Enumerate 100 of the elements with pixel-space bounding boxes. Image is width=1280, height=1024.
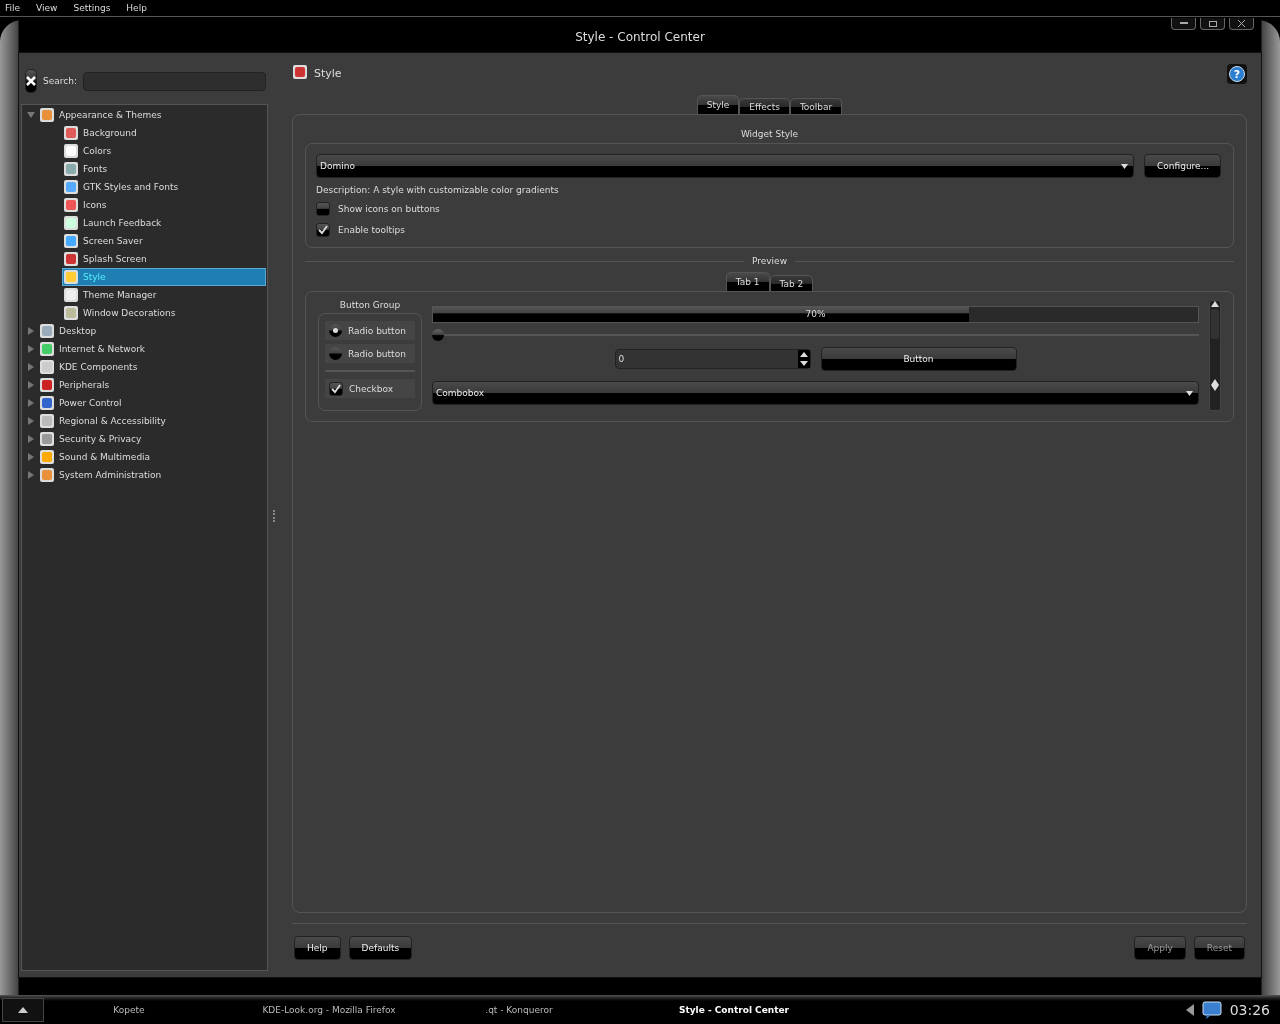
search-field[interactable]	[82, 71, 266, 91]
tree-item[interactable]: System Administration	[26, 466, 267, 484]
module-icon	[39, 449, 55, 465]
menu-item[interactable]: Help	[126, 3, 147, 16]
tab[interactable]: Style	[696, 95, 740, 114]
section-heading: Preview	[752, 256, 788, 266]
arrow-icon[interactable]	[1185, 1003, 1194, 1016]
tree-item[interactable]: Internet & Network	[26, 340, 267, 358]
tree-item[interactable]: Peripherals	[26, 376, 267, 394]
tree-item[interactable]: Fonts	[62, 160, 266, 178]
window-title: Style - Control Center	[575, 30, 705, 44]
module-icon	[63, 269, 79, 285]
module-icon	[39, 431, 55, 447]
menu-item[interactable]: File	[5, 3, 21, 16]
tree-item[interactable]: Icons	[62, 196, 266, 214]
style-icon	[292, 64, 308, 80]
expander-icon[interactable]	[27, 399, 35, 407]
taskbar-task[interactable]: .qt - Konqueror	[444, 997, 594, 1022]
checkbox[interactable]	[329, 381, 343, 396]
taskbar-task[interactable]: Kopete	[44, 997, 214, 1022]
tree-item[interactable]: Security & Privacy	[26, 430, 267, 448]
module-icon	[39, 341, 55, 357]
maximize-icon	[1208, 20, 1217, 27]
checkmark-icon	[318, 225, 328, 235]
taskbar-task[interactable]: Style - Control Center	[594, 997, 874, 1022]
module-icon	[63, 125, 79, 141]
tree-item[interactable]: Background	[62, 124, 266, 142]
tree-item[interactable]: Appearance & Themes	[26, 106, 267, 124]
tree-item[interactable]: Sound & Multimedia	[26, 448, 267, 466]
slider-thumb[interactable]	[432, 329, 444, 341]
description-text: Description: A style with customizable color gradients	[316, 185, 560, 195]
tree-item[interactable]: Splash Screen	[62, 250, 266, 268]
dialog-button[interactable]: Help	[294, 936, 341, 960]
tree-item[interactable]: Window Decorations	[62, 304, 266, 322]
close-button[interactable]	[1229, 18, 1254, 30]
scroll-bar[interactable]	[1209, 300, 1221, 411]
search-label: Search:	[43, 76, 77, 86]
tree-item[interactable]: Theme Manager	[62, 286, 266, 304]
checkbox-label: Checkbox	[349, 383, 393, 394]
module-icon	[39, 323, 55, 339]
tree-item[interactable]: KDE Components	[26, 358, 267, 376]
preview-combobox[interactable]: Combobox	[432, 381, 1199, 405]
panel-menu-button[interactable]	[2, 997, 44, 1022]
module-icon	[63, 251, 79, 267]
checkmark-icon	[331, 383, 341, 394]
expander-icon[interactable]	[27, 417, 35, 425]
tree-item[interactable]: GTK Styles and Fonts	[62, 178, 266, 196]
module-icon	[39, 395, 55, 411]
module-icon	[39, 359, 55, 375]
tree-item[interactable]: Regional & Accessibility	[26, 412, 267, 430]
tree-item[interactable]: Power Control	[26, 394, 267, 412]
expander-icon[interactable]	[27, 435, 35, 443]
preview-button[interactable]: Button	[820, 347, 1017, 371]
module-icon	[63, 287, 79, 303]
splitter-handle[interactable]	[273, 510, 275, 522]
tab[interactable]: Effects	[739, 98, 790, 114]
radio-label: Radio button	[348, 325, 406, 336]
up-arrow-icon	[18, 1006, 28, 1013]
checkbox[interactable]	[316, 202, 330, 216]
taskbar-task[interactable]: KDE-Look.org - Mozilla Firefox	[214, 997, 444, 1022]
menu-item[interactable]: View	[36, 3, 58, 16]
tree-item[interactable]: Screen Saver	[62, 232, 266, 250]
expander-icon[interactable]	[27, 453, 35, 461]
configure-button[interactable]: Configure...	[1144, 154, 1221, 178]
module-icon	[63, 197, 79, 213]
tab[interactable]: Tab 1	[725, 272, 770, 291]
tab[interactable]: Toolbar	[789, 98, 843, 114]
module-icon	[63, 233, 79, 249]
chat-icon[interactable]	[1201, 1000, 1222, 1019]
dialog-button[interactable]: Defaults	[348, 936, 413, 960]
module-icon	[63, 179, 79, 195]
radio-button[interactable]	[329, 347, 342, 360]
dropdown-arrow-icon	[1121, 163, 1128, 169]
checkbox-label: Enable tooltips	[338, 225, 405, 235]
module-icon	[63, 143, 79, 159]
expander-icon[interactable]	[27, 471, 35, 479]
help-button[interactable]: ?	[1227, 64, 1247, 84]
module-icon	[39, 467, 55, 483]
clear-search-button[interactable]	[25, 69, 37, 93]
spin-box[interactable]: 0	[614, 349, 811, 369]
dropdown-arrow-icon	[1186, 390, 1193, 396]
tree-item[interactable]: Launch Feedback	[62, 214, 266, 232]
tree-item[interactable]: Desktop	[26, 322, 267, 340]
expander-icon[interactable]	[27, 381, 35, 389]
tab[interactable]: Tab 2	[769, 275, 814, 291]
expander-icon[interactable]	[27, 345, 35, 353]
group-heading: Button Group	[339, 300, 401, 310]
menu-item[interactable]: Settings	[73, 3, 111, 16]
radio-button[interactable]	[329, 324, 342, 337]
expander-icon[interactable]	[27, 111, 35, 119]
style-combobox[interactable]: Domino	[316, 154, 1134, 178]
tree-item[interactable]: Colors	[62, 142, 266, 160]
group-heading: Widget Style	[739, 129, 800, 139]
module-icon	[39, 107, 55, 123]
minimize-icon	[1179, 22, 1188, 25]
expander-icon[interactable]	[27, 327, 35, 335]
expander-icon[interactable]	[27, 363, 35, 371]
maximize-button[interactable]	[1200, 18, 1225, 30]
checkbox[interactable]	[316, 223, 330, 237]
minimize-button[interactable]	[1171, 18, 1196, 30]
